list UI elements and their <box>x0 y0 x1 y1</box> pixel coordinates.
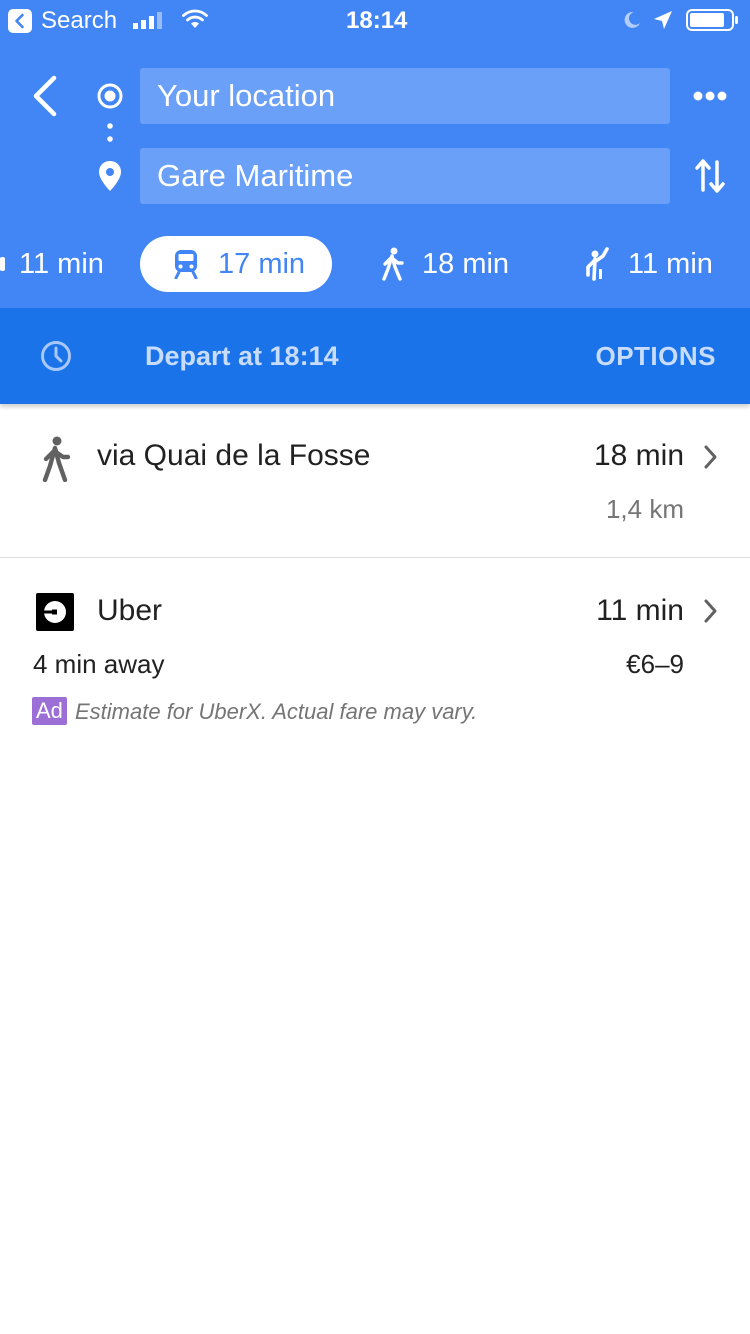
mode-transit[interactable]: 17 min <box>140 236 332 292</box>
back-to-app-icon[interactable] <box>8 9 32 33</box>
mode-ride-service[interactable]: 11 min <box>584 236 713 292</box>
route-walk-distance: 1,4 km <box>605 494 684 524</box>
clock-icon[interactable] <box>40 340 72 377</box>
chevron-right-icon <box>702 444 718 475</box>
chevron-right-icon <box>702 598 718 629</box>
origin-input[interactable]: Your location <box>140 68 670 124</box>
back-to-app-label[interactable]: Search <box>41 7 117 35</box>
mode-walk[interactable]: 18 min <box>380 236 509 292</box>
route-dots <box>107 123 113 148</box>
route-uber-price: €6–9 <box>626 649 684 679</box>
destination-pin-icon <box>98 160 122 197</box>
walk-icon <box>40 436 72 487</box>
moon-icon <box>622 10 642 35</box>
hail-ride-icon <box>584 247 612 281</box>
depart-time-button[interactable]: Depart at 18:14 <box>145 341 339 372</box>
directions-header: Search 18:14 Your location Gare Maritime… <box>0 0 750 308</box>
cellular-signal-icon <box>132 10 168 35</box>
ad-badge: Ad <box>32 697 67 725</box>
origin-marker-icon <box>96 82 124 115</box>
destination-input[interactable]: Gare Maritime <box>140 148 670 204</box>
route-uber-eta: 4 min away <box>33 649 165 679</box>
battery-icon <box>686 8 740 37</box>
car-icon <box>0 257 5 271</box>
route-walk-title: via Quai de la Fosse <box>97 439 371 472</box>
route-uber-duration: 11 min <box>596 594 684 627</box>
mode-ride-service-label: 11 min <box>628 247 713 280</box>
back-arrow-icon[interactable] <box>26 74 66 123</box>
ad-disclaimer: Estimate for UberX. Actual fare may vary… <box>75 699 478 724</box>
location-arrow-icon <box>652 9 674 36</box>
walk-icon <box>380 247 406 281</box>
route-uber-title: Uber <box>97 594 163 627</box>
mode-drive-label: 11 min <box>19 247 104 280</box>
swap-direction-icon[interactable] <box>694 156 726 201</box>
train-icon <box>172 249 200 279</box>
route-walk-row[interactable]: via Quai de la Fosse 18 min 1,4 km <box>0 404 750 557</box>
mode-transit-label: 17 min <box>218 247 306 280</box>
depart-time-bar: Depart at 18:14 OPTIONS <box>0 308 750 404</box>
mode-drive[interactable]: 11 min <box>0 236 104 292</box>
route-walk-duration: 18 min <box>593 439 684 472</box>
options-button[interactable]: OPTIONS <box>595 341 716 372</box>
mode-walk-label: 18 min <box>422 247 510 280</box>
wifi-icon <box>180 8 210 35</box>
status-time: 18:14 <box>346 7 408 34</box>
route-uber-row[interactable]: Uber 11 min 4 min away €6–9 Ad Estimate … <box>0 558 750 738</box>
more-options-icon[interactable] <box>692 89 728 107</box>
uber-logo-icon <box>36 593 74 636</box>
